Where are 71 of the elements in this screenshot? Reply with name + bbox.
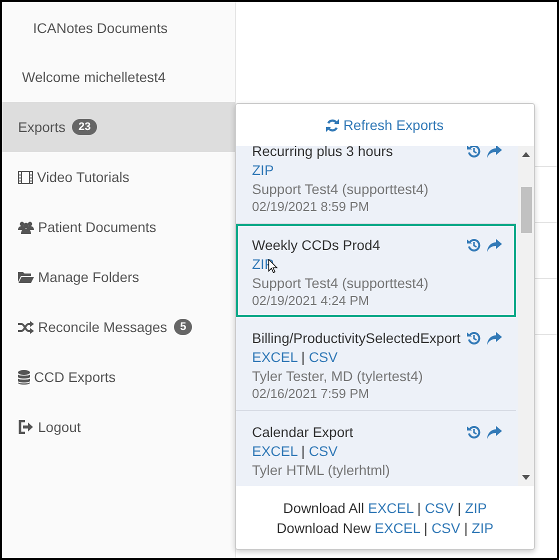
item-label: Video Tutorials: [37, 169, 130, 185]
users-icon: [18, 220, 34, 234]
welcome-text: Welcome michelletest4: [22, 68, 166, 86]
export-author: Support Test4 (supporttest4): [252, 274, 430, 293]
download-link[interactable]: ZIP: [472, 520, 494, 536]
item-label: Exports: [18, 119, 66, 135]
database-icon: [18, 370, 30, 384]
share-icon[interactable]: [487, 146, 502, 158]
export-date: 02/16/2021 7:59 PM: [252, 386, 370, 402]
link-separator: |: [424, 520, 428, 536]
shuffle-icon: [18, 320, 34, 334]
history-icon[interactable]: [467, 331, 481, 345]
export-row[interactable]: Recurring plus 3 hours ZIP Support Test4 (supporttest4) 02/19/2021 8:59 PM: [236, 146, 516, 224]
download-link[interactable]: EXCEL: [374, 520, 420, 536]
sidebar-item[interactable]: Patient Documents: [2, 202, 235, 252]
export-date: 02/19/2021 4:24 PM: [252, 293, 370, 309]
share-icon[interactable]: [487, 426, 502, 438]
export-author: Tyler Tester, MD (tylertest4): [252, 367, 424, 386]
share-icon[interactable]: [487, 238, 502, 252]
export-title: Billing/ProductivitySelectedExport: [252, 329, 461, 348]
link-separator: |: [301, 443, 305, 459]
sidebar-item[interactable]: Manage Folders: [2, 252, 235, 302]
film-icon: [18, 170, 33, 184]
link-separator: |: [458, 500, 462, 516]
download-link[interactable]: CSV: [308, 443, 338, 459]
link-separator: |: [464, 520, 468, 536]
link-separator: |: [417, 500, 421, 516]
item-label: Reconcile Messages: [38, 319, 168, 335]
scroll-up-icon[interactable]: [522, 152, 530, 157]
sidebar-item[interactable]: Logout: [2, 402, 235, 452]
download-link[interactable]: ZIP: [252, 162, 274, 178]
logout-icon: [18, 420, 34, 434]
sidebar-item[interactable]: Reconcile Messages 5: [2, 302, 235, 352]
sidebar-item[interactable]: Exports 23: [2, 102, 235, 152]
folder-icon: [18, 271, 34, 283]
history-icon[interactable]: [467, 146, 481, 158]
history-icon[interactable]: [467, 425, 481, 439]
export-author: Support Test4 (supporttest4): [252, 180, 430, 199]
scrollbar[interactable]: [518, 146, 534, 486]
export-title: Weekly CCDs Prod4: [252, 236, 380, 255]
count-badge: 5: [174, 319, 192, 335]
item-label: CCD Exports: [34, 369, 116, 385]
scroll-down-icon[interactable]: [522, 475, 530, 480]
link-separator: |: [301, 349, 305, 365]
item-label: Manage Folders: [38, 269, 140, 285]
download-link[interactable]: CSV: [308, 349, 338, 365]
export-date: 02/19/2021 8:59 PM: [252, 199, 370, 215]
download-label: Download New: [276, 520, 371, 536]
scroll-thumb[interactable]: [520, 187, 532, 233]
download-link[interactable]: CSV: [431, 520, 460, 536]
sidebar-item[interactable]: Video Tutorials: [2, 152, 235, 202]
download-link[interactable]: EXCEL: [252, 349, 298, 365]
refresh-exports-link[interactable]: Refresh Exports: [326, 117, 444, 133]
count-badge: 23: [72, 119, 97, 135]
item-label: Logout: [38, 419, 81, 435]
export-row[interactable]: Calendar Export EXCEL | CSV Tyler HTML (tylerhtml): [236, 411, 516, 486]
export-title: Calendar Export: [252, 423, 354, 442]
download-link[interactable]: CSV: [424, 500, 454, 516]
download-link[interactable]: EXCEL: [252, 443, 298, 459]
download-label: Download All: [283, 500, 364, 516]
item-label: Patient Documents: [38, 219, 156, 235]
share-icon[interactable]: [487, 332, 502, 344]
sidebar-title: ICANotes Documents: [33, 19, 168, 37]
sidebar-item[interactable]: CCD Exports: [2, 352, 235, 402]
export-author: Tyler HTML (tylerhtml): [252, 461, 391, 480]
download-link[interactable]: ZIP: [465, 500, 487, 516]
export-row[interactable]: Billing/ProductivitySelectedExport EXCEL | CSV Tyler Tester, MD (tylertest4) 02/16/2021 7:59 PM: [236, 317, 516, 411]
download-link[interactable]: EXCEL: [368, 500, 414, 516]
export-title: Recurring plus 3 hours: [252, 146, 393, 161]
history-icon[interactable]: [467, 238, 481, 252]
refresh-icon: [326, 118, 340, 132]
